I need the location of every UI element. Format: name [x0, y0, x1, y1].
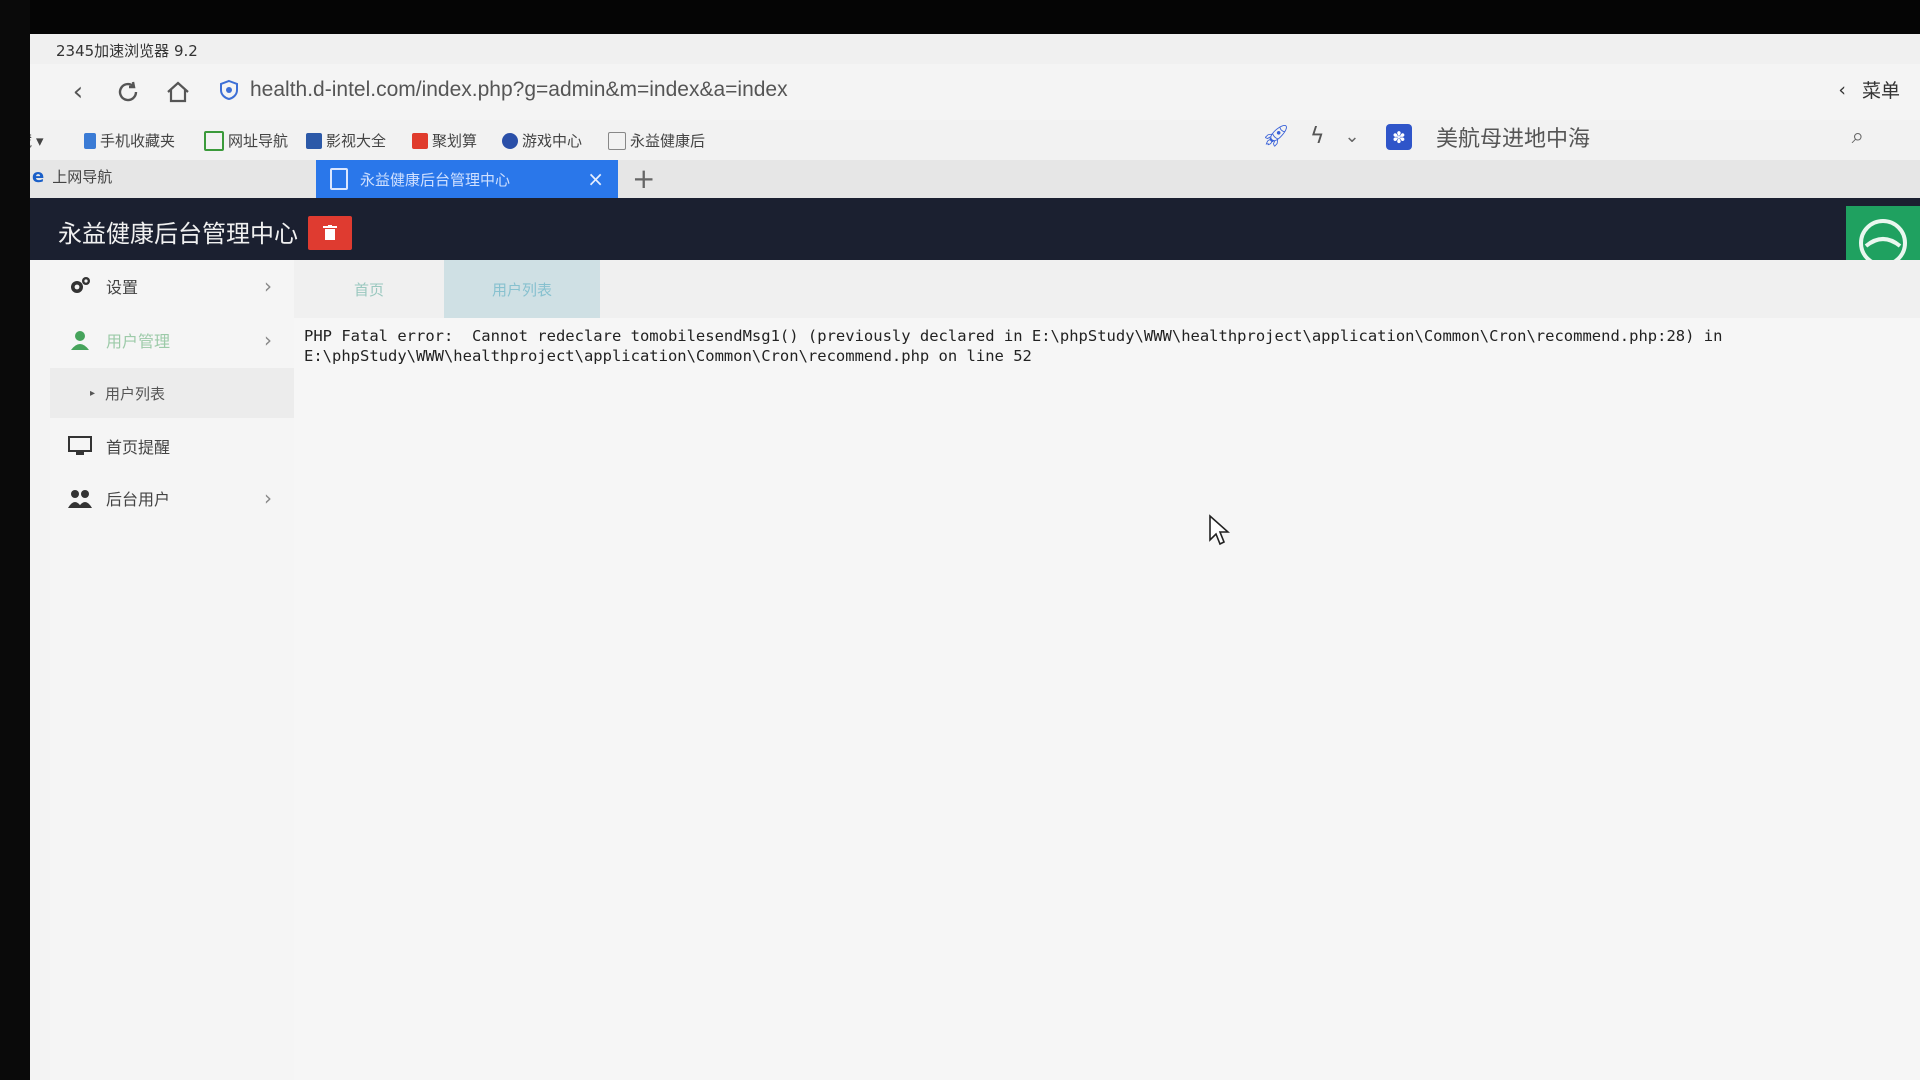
document-icon	[330, 168, 348, 190]
browser-e-icon: e	[32, 166, 45, 187]
monitor-bezel-left	[0, 0, 30, 1080]
tag-icon	[412, 132, 428, 149]
bookmarks-bar: 收藏▾ 手机收藏夹 网址导航 影视大全 聚划算 游戏中心 永益健康后 🚀︎	[0, 120, 1920, 160]
rocket-icon[interactable]: 🚀︎	[1262, 124, 1290, 149]
php-error-message: PHP Fatal error: Cannot redeclare tomobi…	[304, 327, 1723, 365]
bookmark-juhuasuan[interactable]: 聚划算	[412, 130, 477, 151]
security-shield-icon	[220, 79, 238, 101]
bookmark-label: 网址导航	[228, 132, 289, 150]
user-icon	[68, 330, 92, 350]
tab-label: 用户列表	[491, 280, 552, 299]
browser-window: 2345加速浏览器 9.2 e ‹ health.d-intel.com/ind…	[0, 34, 1920, 1080]
film-icon	[306, 132, 322, 149]
url-text[interactable]: health.d-intel.com/index.php?g=admin&m=i…	[250, 78, 788, 102]
user-icon	[502, 132, 518, 149]
monitor-icon	[68, 436, 92, 456]
search-box[interactable]: ✽ 美航母进地中海 ⌕	[1386, 116, 1886, 158]
main-content: PHP Fatal error: Cannot redeclare tomobi…	[294, 318, 1920, 1080]
sidebar-item-label: 首页提醒	[106, 438, 171, 457]
dropdown-icon[interactable]: ▾	[36, 132, 44, 150]
browser-title: 2345加速浏览器 9.2	[56, 42, 198, 60]
new-tab-button[interactable]: +	[632, 162, 655, 195]
tab-label: 上网导航	[52, 168, 113, 186]
back-icon[interactable]: ‹	[60, 74, 96, 110]
bookmark-label: 聚划算	[432, 132, 478, 150]
bookmark-label: 影视大全	[326, 132, 387, 150]
mouse-cursor-icon	[1209, 514, 1230, 546]
close-tab-icon[interactable]: ×	[587, 167, 604, 191]
tab-strip: e 上网导航 永益健康后台管理中心 × +	[0, 160, 1920, 198]
sidebar-item-label: 用户列表	[105, 384, 166, 403]
phone-icon	[84, 132, 96, 149]
sidebar-item-user-management[interactable]: 用户管理 ›	[50, 314, 294, 366]
admin-app: 永益健康后台管理中心 设置 › 用户管理 › ▸ 用户列表 首页提醒 后台用户 …	[30, 198, 1920, 1080]
bookmark-video[interactable]: 影视大全	[306, 130, 386, 151]
page-icon	[608, 131, 626, 150]
home-icon[interactable]	[160, 74, 196, 110]
sidebar-item-label: 设置	[106, 278, 139, 297]
toolbar-tools: 🚀︎ ϟ ⌄	[1262, 124, 1360, 149]
app-header: 永益健康后台管理中心	[30, 198, 1920, 280]
sidebar-item-label: 用户管理	[106, 332, 171, 351]
navigation-bar: ‹ health.d-intel.com/index.php?g=admin&m…	[0, 64, 1920, 120]
content-tab-bar: 首页 用户列表	[294, 260, 1920, 318]
chevron-right-icon: ›	[264, 328, 272, 352]
refresh-icon[interactable]	[110, 74, 146, 110]
tab-home[interactable]: 首页	[294, 260, 444, 318]
sidebar-item-settings[interactable]: 设置 ›	[50, 260, 294, 312]
tab-user-list[interactable]: 用户列表	[444, 260, 600, 318]
tab-admin-center[interactable]: 永益健康后台管理中心 ×	[316, 160, 618, 198]
sidebar-item-admin-users[interactable]: 后台用户 ›	[50, 472, 294, 524]
chevron-right-icon: ›	[264, 486, 272, 510]
sidebar-item-home-reminder[interactable]: 首页提醒	[50, 420, 294, 472]
monitor-bezel-top	[0, 0, 1920, 34]
bullet-icon: ▸	[90, 387, 96, 399]
menu-label[interactable]: 菜单	[1862, 76, 1900, 103]
bookmark-label: 游戏中心	[522, 132, 583, 150]
trash-icon	[323, 225, 337, 240]
bookmark-mobile[interactable]: 手机收藏夹	[84, 130, 175, 151]
title-bar: 2345加速浏览器 9.2	[0, 34, 1920, 64]
app-sidebar: 设置 › 用户管理 › ▸ 用户列表 首页提醒 后台用户 ›	[50, 260, 294, 1080]
bookmark-label: 手机收藏夹	[100, 132, 176, 150]
tab-label: 首页	[353, 280, 384, 299]
bookmark-label: 永益健康后	[630, 132, 706, 150]
bookmark-navigation[interactable]: 网址导航	[204, 130, 288, 151]
house-icon	[204, 130, 224, 151]
chevron-right-icon: ›	[264, 274, 272, 298]
tab-label: 永益健康后台管理中心	[360, 170, 511, 189]
search-input[interactable]: 美航母进地中海	[1436, 121, 1590, 153]
sidebar-subitem-user-list[interactable]: ▸ 用户列表	[50, 368, 294, 418]
lightning-icon[interactable]: ϟ	[1310, 124, 1325, 149]
delete-button[interactable]	[308, 216, 352, 250]
search-icon[interactable]: ⌕	[1852, 124, 1864, 149]
sidebar-item-label: 后台用户	[106, 490, 171, 509]
browser-menu[interactable]: ‹ 菜单	[1838, 76, 1900, 103]
chevron-left-icon[interactable]: ‹	[1838, 79, 1846, 101]
gears-icon	[68, 276, 92, 296]
baidu-paw-icon[interactable]: ✽	[1386, 124, 1412, 150]
bookmark-games[interactable]: 游戏中心	[502, 130, 582, 151]
address-bar[interactable]: health.d-intel.com/index.php?g=admin&m=i…	[218, 70, 1258, 110]
app-title: 永益健康后台管理中心	[58, 220, 298, 248]
bookmark-yongyi[interactable]: 永益健康后	[608, 130, 705, 151]
tab-home-navigation[interactable]: e 上网导航	[32, 166, 112, 187]
users-icon	[68, 488, 92, 508]
chevron-down-icon[interactable]: ⌄	[1344, 126, 1359, 147]
